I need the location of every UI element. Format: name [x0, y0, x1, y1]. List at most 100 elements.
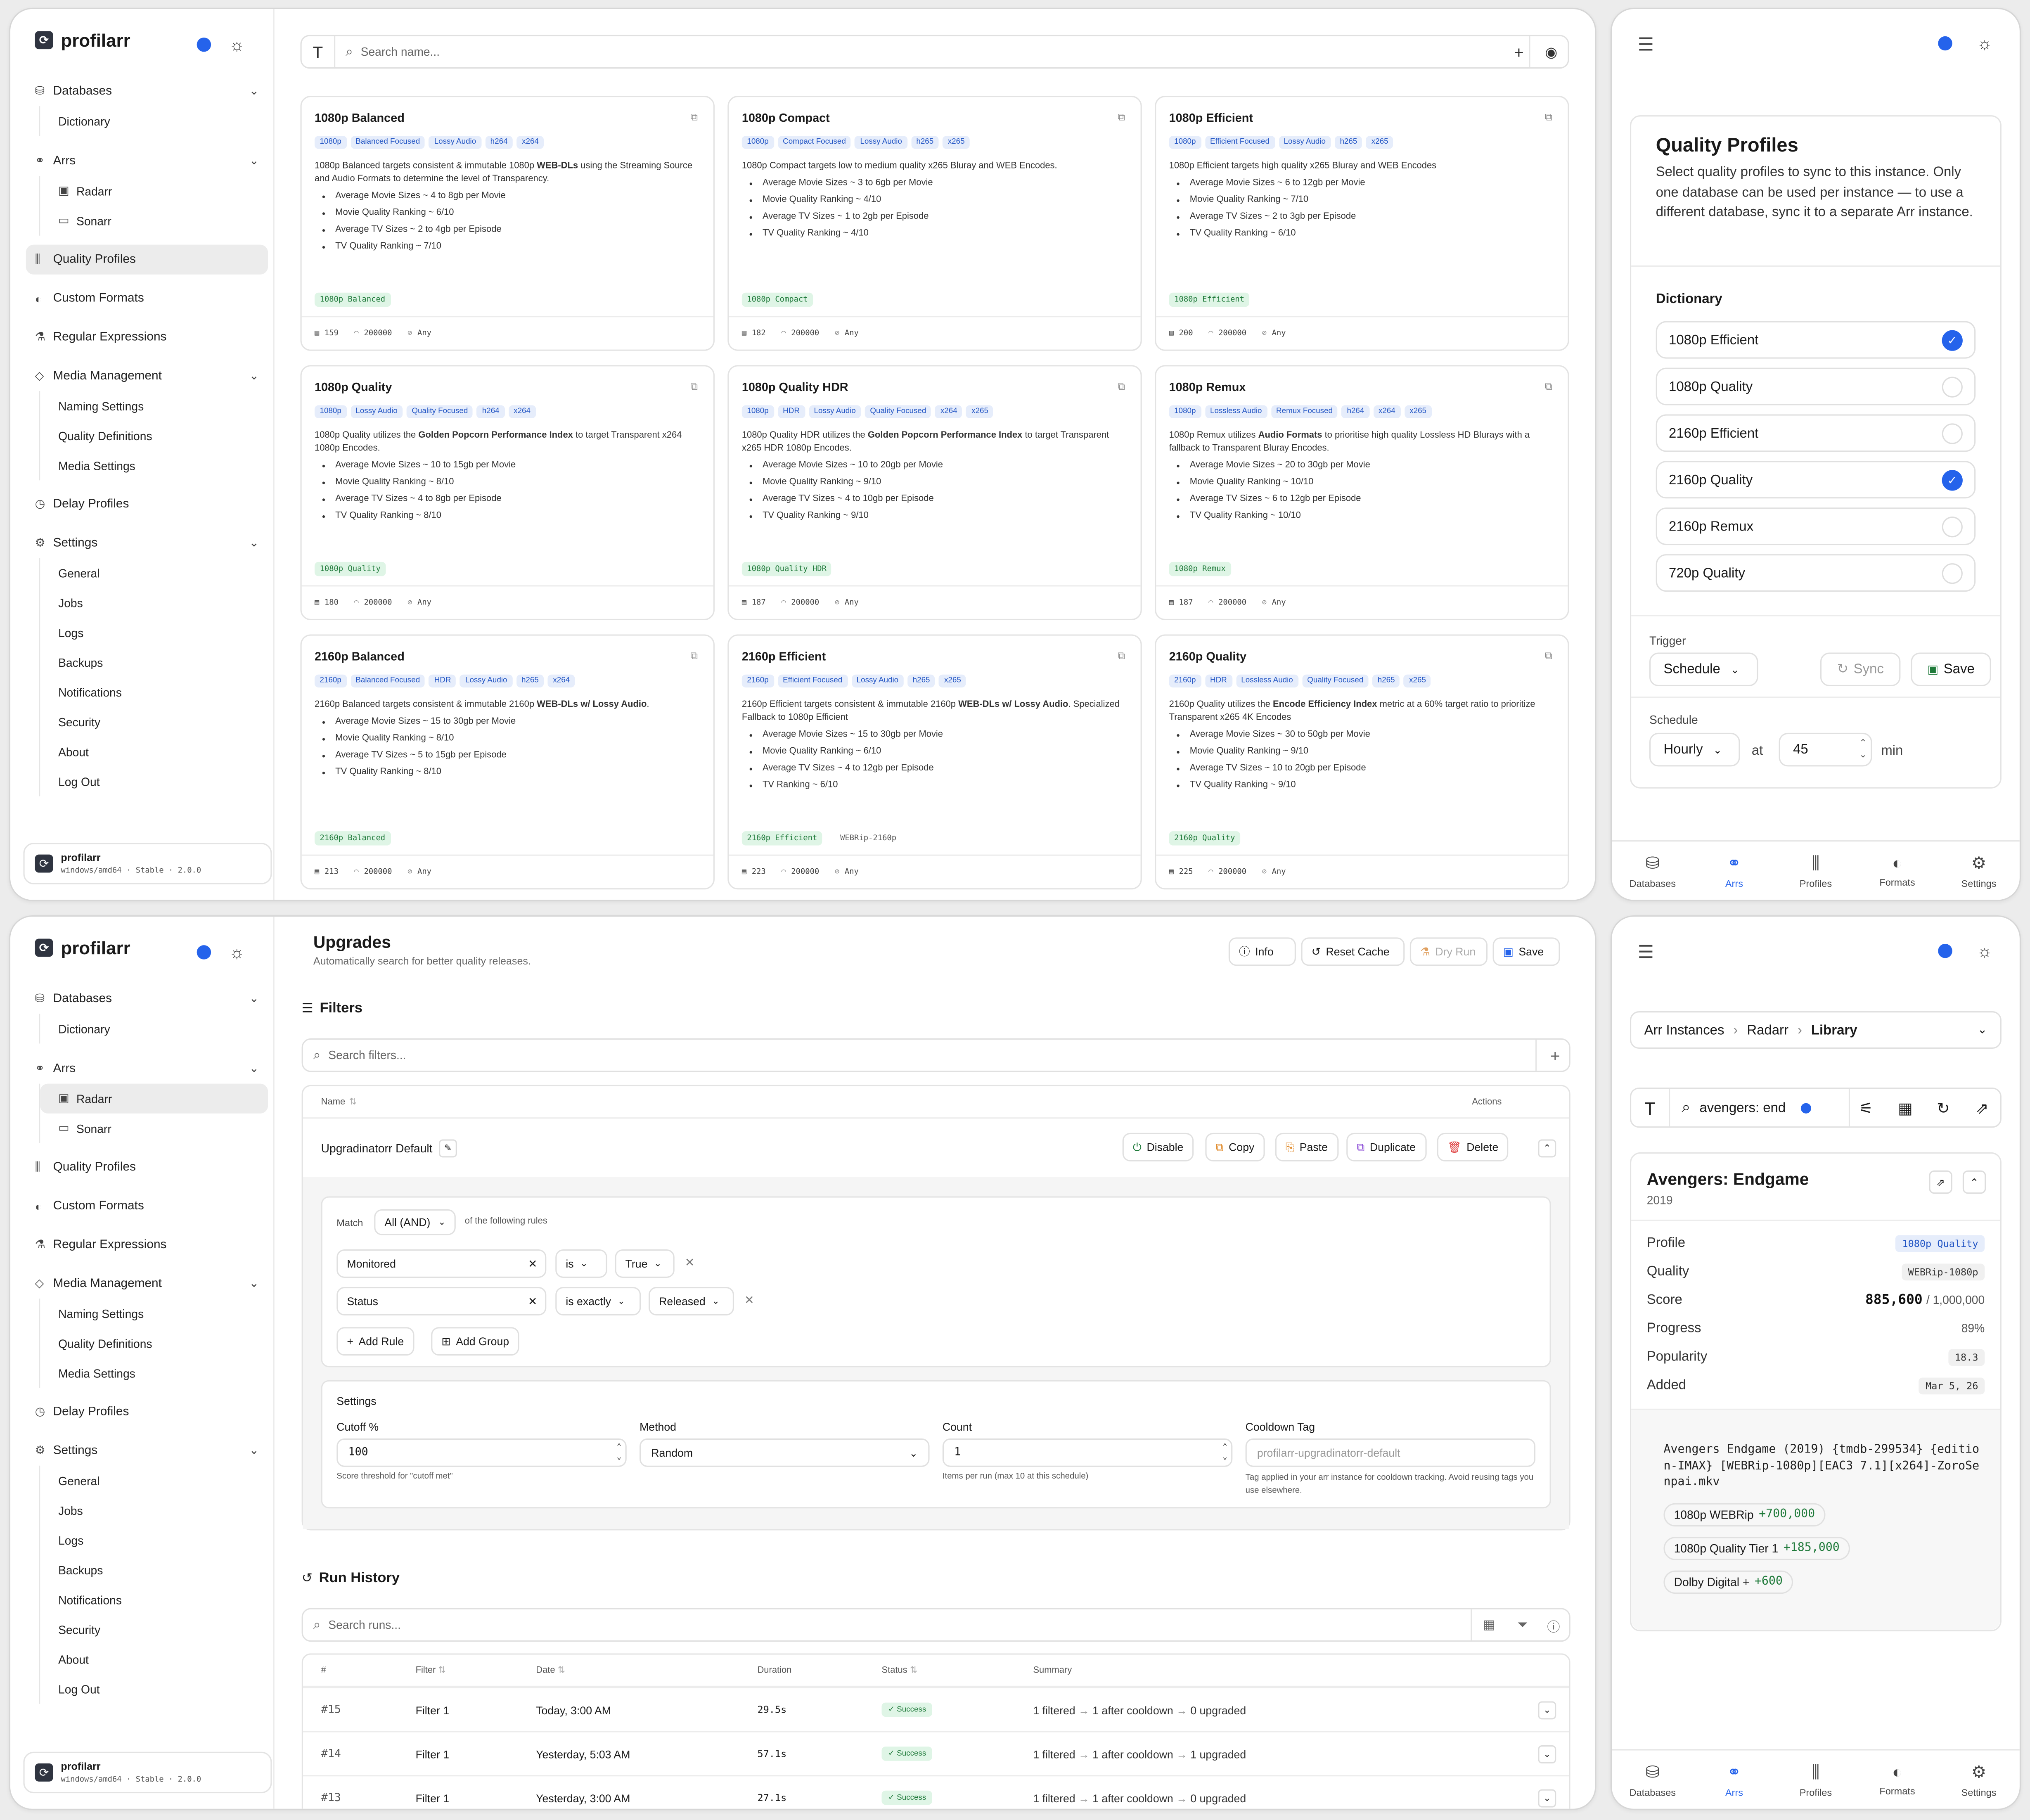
- profile-card[interactable]: 1080p Remux ⧉ 1080p Lossless Audio Remux F…: [1155, 365, 1569, 621]
- calendar-icon[interactable]: ▦: [1483, 1618, 1495, 1632]
- text-filter-icon[interactable]: T: [1631, 1089, 1670, 1127]
- sidebar-item-about[interactable]: About: [40, 737, 268, 766]
- sidebar-item-general[interactable]: General: [40, 558, 268, 588]
- sidebar-item-regex[interactable]: ⚗ Regular Expressions: [26, 1230, 268, 1260]
- cooldown-input[interactable]: profilarr-upgradinatorr-default: [1245, 1438, 1536, 1467]
- theme-toggle-icon[interactable]: ☼: [229, 35, 244, 55]
- sidebar-item-security[interactable]: Security: [40, 1614, 268, 1644]
- check-icon[interactable]: ✓: [1942, 470, 1963, 491]
- remove-rule-icon[interactable]: ✕: [744, 1294, 754, 1308]
- profile-option[interactable]: 2160p Remux: [1656, 507, 1976, 545]
- profile-option[interactable]: 2160p Quality ✓: [1656, 461, 1976, 499]
- sidebar-item-delay_profiles[interactable]: ◷ Delay Profiles: [26, 489, 268, 519]
- profile-card[interactable]: 1080p Quality HDR ⧉ 1080p HDR Lossy Audio Q…: [727, 365, 1142, 621]
- sidebar-item-arrs[interactable]: ⚭ Arrs ⌄: [26, 1054, 268, 1084]
- radio-empty-icon[interactable]: [1942, 517, 1963, 538]
- save-button[interactable]: ▣ Save: [1911, 652, 1991, 686]
- sidebar-item-notifications[interactable]: Notifications: [40, 1585, 268, 1614]
- profile-card[interactable]: 2160p Balanced ⧉ 2160p Balanced Focused HD…: [300, 634, 715, 890]
- rule-value-select[interactable]: True ⌄: [615, 1249, 675, 1278]
- external-link-icon[interactable]: ⇗: [1976, 1099, 1989, 1117]
- profile-card[interactable]: 1080p Quality ⧉ 1080p Lossy Audio Quality …: [300, 365, 715, 621]
- copy-icon[interactable]: ⧉: [690, 650, 698, 663]
- chevron-up-icon[interactable]: ⌃: [1962, 1170, 1986, 1194]
- schedule-select[interactable]: Hourly ⌄: [1649, 732, 1740, 767]
- copy-icon[interactable]: ⧉: [1545, 650, 1552, 663]
- rule-operator-select[interactable]: is exactly ⌄: [555, 1287, 641, 1315]
- col-status[interactable]: Status ⇅: [881, 1665, 917, 1675]
- sidebar-item-media_management[interactable]: ◇ Media Management ⌄: [26, 1269, 268, 1299]
- add-rule-button[interactable]: + Add Rule: [336, 1327, 415, 1356]
- stepper-icon[interactable]: ⌃ ⌄: [1222, 1442, 1227, 1463]
- sliders-icon[interactable]: ⚟: [1859, 1099, 1873, 1117]
- tab-arrs[interactable]: ⚭ Arrs: [1694, 841, 1775, 900]
- method-select[interactable]: Random ⌄: [640, 1438, 930, 1467]
- tab-databases[interactable]: ⛁ Databases: [1612, 1751, 1694, 1809]
- chevron-down-icon[interactable]: ⌄: [1538, 1744, 1556, 1763]
- clear-icon[interactable]: ✕: [528, 1256, 537, 1270]
- sidebar-item-custom_formats[interactable]: ◐ Custom Formats: [26, 1191, 268, 1221]
- radio-empty-icon[interactable]: [1942, 563, 1963, 584]
- tab-formats[interactable]: ◐ Formats: [1857, 1751, 1938, 1809]
- tab-profiles[interactable]: ⫼ Profiles: [1775, 1751, 1857, 1809]
- chevron-down-icon[interactable]: ⌄: [1538, 1789, 1556, 1807]
- rule-field-select[interactable]: Status ✕: [336, 1287, 547, 1315]
- sidebar-item-jobs[interactable]: Jobs: [40, 1495, 268, 1525]
- tab-arrs[interactable]: ⚭ Arrs: [1694, 1751, 1775, 1809]
- copy-icon[interactable]: ⧉: [1118, 381, 1125, 393]
- sidebar-item-media_settings[interactable]: Media Settings: [40, 450, 268, 480]
- edit-icon[interactable]: ✎: [439, 1138, 457, 1157]
- sidebar-item-quality_profiles[interactable]: ⫼ Quality Profiles: [26, 244, 268, 275]
- sidebar-item-dictionary[interactable]: Dictionary: [40, 106, 268, 136]
- run-row[interactable]: #13 Filter 1 Yesterday, 3:00 AM 27.1s ✓ …: [303, 1775, 1569, 1809]
- menu-icon[interactable]: ☰: [1638, 34, 1654, 56]
- disable-button[interactable]: ⏻ Disable: [1122, 1133, 1194, 1161]
- sidebar-item-jobs[interactable]: Jobs: [40, 588, 268, 618]
- copy-icon[interactable]: ⧉: [1118, 111, 1125, 124]
- sidebar-item-databases[interactable]: ⛁ Databases ⌄: [26, 76, 268, 106]
- chevron-up-icon[interactable]: ⌃: [1538, 1139, 1556, 1158]
- sidebar-item-arrs[interactable]: ⚭ Arrs ⌄: [26, 146, 268, 176]
- copy-icon[interactable]: ⧉: [1545, 111, 1552, 124]
- external-link-icon[interactable]: ⇗: [1929, 1170, 1952, 1194]
- sidebar-item-logout[interactable]: Log Out: [40, 1674, 268, 1704]
- dry-run-button[interactable]: ⚗ Dry Run: [1409, 937, 1488, 966]
- profile-option[interactable]: 2160p Efficient: [1656, 414, 1976, 452]
- breadcrumb[interactable]: Arr Instances › Radarr › Library ⌄: [1630, 1011, 2002, 1049]
- copy-icon[interactable]: ⧉: [690, 381, 698, 393]
- sidebar-item-general[interactable]: General: [40, 1466, 268, 1495]
- tab-settings[interactable]: ⚙ Settings: [1938, 841, 2020, 900]
- sidebar-item-quality_defs[interactable]: Quality Definitions: [40, 1328, 268, 1358]
- add-icon[interactable]: +: [1514, 42, 1524, 62]
- brand[interactable]: ⟳ profilarr: [35, 30, 130, 50]
- reset-cache-button[interactable]: ↺ Reset Cache: [1301, 937, 1405, 966]
- chevron-down-icon[interactable]: ⌄: [1538, 1700, 1556, 1719]
- library-search-input[interactable]: avengers: end: [1699, 1100, 1786, 1116]
- add-group-button[interactable]: ⊞ Add Group: [431, 1327, 520, 1356]
- sidebar-item-about[interactable]: About: [40, 1644, 268, 1674]
- radio-empty-icon[interactable]: [1942, 377, 1963, 398]
- menu-icon[interactable]: ☰: [1638, 941, 1654, 963]
- sidebar-item-radarr[interactable]: ▣ Radarr: [40, 1083, 268, 1114]
- sidebar-item-radarr[interactable]: ▣ Radarr: [40, 176, 268, 206]
- run-row[interactable]: #14 Filter 1 Yesterday, 5:03 AM 57.1s ✓ …: [303, 1731, 1569, 1775]
- sidebar-item-delay_profiles[interactable]: ◷ Delay Profiles: [26, 1397, 268, 1427]
- sidebar-item-naming[interactable]: Naming Settings: [40, 391, 268, 421]
- sidebar-item-media_settings[interactable]: Media Settings: [40, 1358, 268, 1388]
- refresh-icon[interactable]: ↻: [1937, 1099, 1950, 1117]
- theme-toggle-icon[interactable]: ☼: [229, 943, 244, 962]
- tab-formats[interactable]: ◐ Formats: [1857, 841, 1938, 900]
- sidebar-item-settings[interactable]: ⚙ Settings ⌄: [26, 1436, 268, 1466]
- sidebar-item-custom_formats[interactable]: ◐ Custom Formats: [26, 284, 268, 313]
- tab-settings[interactable]: ⚙ Settings: [1938, 1751, 2020, 1809]
- profile-card[interactable]: 2160p Quality ⧉ 2160p HDR Lossless Audio Qu…: [1155, 634, 1569, 890]
- profile-option[interactable]: 1080p Quality: [1656, 367, 1976, 405]
- run-row[interactable]: #15 Filter 1 Today, 3:00 AM 29.5s ✓ Succ…: [303, 1687, 1569, 1731]
- profile-card[interactable]: 1080p Compact ⧉ 1080p Compact Focused Loss…: [727, 96, 1142, 351]
- copy-button[interactable]: ⧉ Copy: [1205, 1133, 1265, 1161]
- theme-toggle-icon[interactable]: ☼: [1977, 941, 1992, 961]
- sidebar-item-logs[interactable]: Logs: [40, 618, 268, 647]
- info-icon[interactable]: ⓘ: [1547, 1615, 1560, 1634]
- sidebar-item-sonarr[interactable]: ▭ Sonarr: [40, 206, 268, 236]
- tab-profiles[interactable]: ⫼ Profiles: [1775, 841, 1857, 900]
